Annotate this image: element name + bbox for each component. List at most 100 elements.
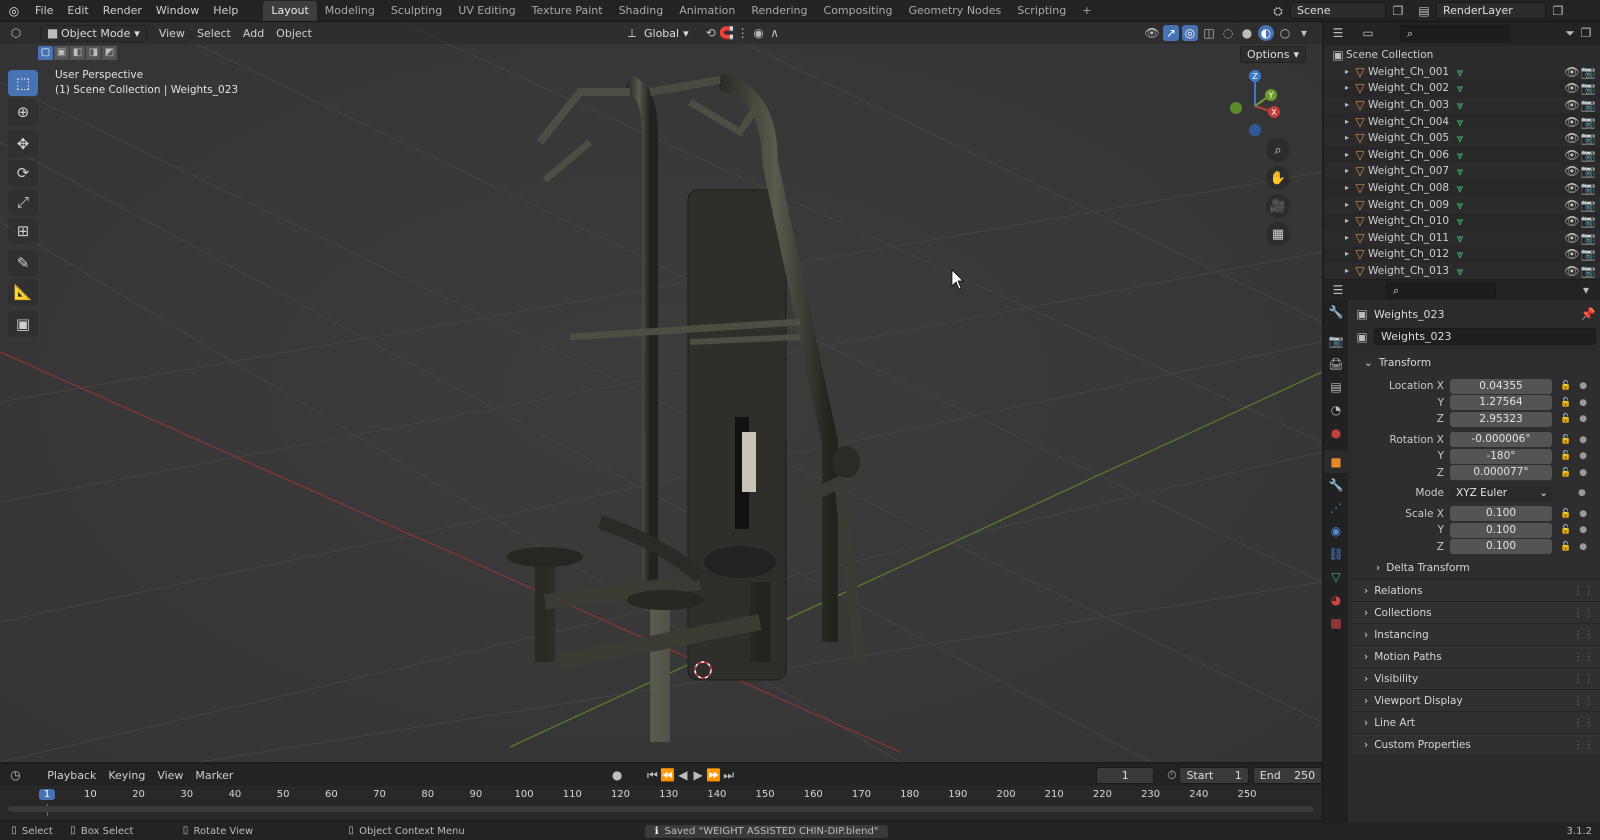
current-frame-field[interactable]: 1 (1096, 766, 1155, 784)
outliner-row[interactable]: ▸ ▽ Weight_Ch_012 ⩔ 👁 📷 (1324, 246, 1600, 263)
keyframe-dot-icon[interactable]: ● (1579, 542, 1587, 552)
outliner-row[interactable]: ▸ ▽ Weight_Ch_010 ⩔ 👁 📷 (1324, 213, 1600, 230)
preview-range-icon[interactable]: ⏱ (1164, 767, 1179, 783)
physics-tab-icon[interactable]: ◉ (1324, 519, 1348, 542)
outliner-row[interactable]: ▸ ▽ Weight_Ch_013 ⩔ 👁 📷 (1324, 262, 1600, 280)
keyframe-dot-icon[interactable]: ● (1579, 414, 1587, 424)
scene-field[interactable]: Scene (1290, 2, 1386, 19)
play-icon[interactable]: ▶ (691, 767, 706, 783)
transform-orientation-dropdown[interactable]: ⟂ Global ▾ (618, 25, 695, 42)
outliner-editor-icon[interactable]: ☰ (1330, 25, 1346, 41)
lock-icon[interactable]: 🔓 (1560, 414, 1571, 424)
lock-icon[interactable]: 🔓 (1560, 451, 1571, 461)
menu-window[interactable]: Window (149, 4, 206, 17)
outliner-row[interactable]: ▸ ▽ Weight_Ch_001 ⩔ 👁 📷 (1324, 63, 1600, 81)
mesh-data-icon[interactable]: ⩔ (1452, 130, 1468, 146)
delta-transform-panel[interactable]: › Delta Transform (1352, 557, 1600, 579)
material-tab-icon[interactable]: ◕ (1324, 588, 1348, 611)
snap-icon[interactable]: 🧲 (719, 25, 735, 41)
mesh-data-icon[interactable]: ⩔ (1452, 180, 1468, 196)
menu-object[interactable]: Object (270, 27, 318, 40)
expand-arrow-icon[interactable]: ▸ (1342, 263, 1352, 279)
eye-icon[interactable]: 👁 (1564, 163, 1580, 179)
rotation-z-field[interactable]: 0.000077° (1450, 465, 1552, 481)
object-name-field[interactable]: Weights_023 (1374, 328, 1596, 345)
add-cube-tool[interactable]: ▣ (8, 311, 38, 337)
collapsed-panel[interactable]: › Custom Properties ⋮⋮ (1352, 733, 1600, 755)
tab-uv-editing[interactable]: UV Editing (450, 1, 523, 21)
lock-icon[interactable]: 🔓 (1560, 381, 1571, 391)
select-invert-icon[interactable]: ◨ (86, 46, 101, 60)
collapsed-panel[interactable]: › Viewport Display ⋮⋮ (1352, 689, 1600, 711)
timeline-scrollbar[interactable] (8, 806, 1314, 812)
mesh-data-icon[interactable]: ⩔ (1452, 80, 1468, 96)
lock-icon[interactable]: 🔓 (1560, 468, 1571, 478)
camera-icon[interactable]: 📷 (1580, 80, 1596, 96)
eye-icon[interactable]: 👁 (1564, 130, 1580, 146)
camera-icon[interactable]: 📷 (1580, 64, 1596, 80)
camera-icon[interactable]: 📷 (1580, 246, 1596, 262)
options-dropdown[interactable]: Options ▾ (1240, 46, 1306, 63)
data-tab-icon[interactable]: ▽ (1324, 565, 1348, 588)
outliner-row[interactable]: ▸ ▽ Weight_Ch_011 ⩔ 👁 📷 (1324, 229, 1600, 247)
xray-icon[interactable]: ◫ (1201, 25, 1217, 41)
object-mode-dropdown[interactable]: ■ Object Mode ▾ (40, 24, 147, 42)
outliner-row[interactable]: ▸ ▽ Weight_Ch_003 ⩔ 👁 📷 (1324, 96, 1600, 114)
expand-arrow-icon[interactable]: ▸ (1342, 246, 1352, 262)
menu-playback[interactable]: Playback (41, 769, 102, 782)
lock-icon[interactable]: 🔓 (1560, 435, 1571, 445)
expand-arrow-icon[interactable]: ▸ (1342, 213, 1352, 229)
mesh-data-icon[interactable]: ⩔ (1452, 246, 1468, 262)
timeline-editor-icon[interactable]: ◷ (8, 767, 23, 783)
proportional-edit-icon[interactable]: ◉ (751, 25, 767, 41)
select-subtract-icon[interactable]: ◧ (70, 46, 85, 60)
drag-handle-icon[interactable]: ⋮⋮ (1573, 695, 1594, 707)
wireframe-shading-icon[interactable]: ◌ (1220, 25, 1236, 41)
overlay-toggle-icon[interactable]: ◎ (1182, 25, 1198, 41)
view-layer-icon[interactable]: ▤ (1416, 3, 1432, 19)
properties-search-input[interactable]: ⌕ (1386, 281, 1496, 299)
select-box-tool[interactable]: ⬚ (8, 70, 38, 96)
mesh-data-icon[interactable]: ⩔ (1452, 163, 1468, 179)
collapsed-panel[interactable]: › Collections ⋮⋮ (1352, 601, 1600, 623)
eye-icon[interactable]: 👁 (1564, 147, 1580, 163)
outliner-item-label[interactable]: Weight_Ch_004 (1368, 116, 1452, 128)
mesh-data-icon[interactable]: ⩔ (1452, 114, 1468, 130)
record-icon[interactable]: ● (609, 767, 624, 783)
jump-end-icon[interactable]: ⏭ (721, 767, 736, 783)
rotate-tool[interactable]: ⟳ (8, 160, 38, 186)
outliner-row[interactable]: ▸ ▽ Weight_Ch_002 ⩔ 👁 📷 (1324, 80, 1600, 97)
transform-panel-header[interactable]: ⌄ Transform (1352, 352, 1600, 374)
gizmo-toggle-icon[interactable]: ↗ (1163, 25, 1179, 41)
keyframe-dot-icon[interactable]: ● (1579, 525, 1587, 535)
add-workspace-button[interactable]: + (1074, 1, 1099, 21)
end-frame-field[interactable]: End 250 (1252, 766, 1323, 784)
outliner-item-label[interactable]: Weight_Ch_010 (1368, 215, 1452, 227)
zoom-icon[interactable]: ⌕ (1266, 138, 1290, 162)
outliner-item-label[interactable]: Weight_Ch_007 (1368, 165, 1452, 177)
outliner-item-label[interactable]: Weight_Ch_002 (1368, 82, 1452, 94)
select-new-icon[interactable]: ▢ (38, 46, 53, 60)
properties-editor-icon[interactable]: ☰ (1330, 282, 1346, 298)
texture-tab-icon[interactable]: ▩ (1324, 611, 1348, 634)
outliner-search-input[interactable]: ⌕ (1400, 24, 1510, 42)
pan-hand-icon[interactable]: ✋ (1266, 166, 1290, 190)
keyframe-dot-icon[interactable]: ● (1579, 468, 1587, 478)
mesh-data-icon[interactable]: ⩔ (1452, 230, 1468, 246)
outliner-item-label[interactable]: Weight_Ch_009 (1368, 199, 1452, 211)
eye-icon[interactable]: 👁 (1564, 263, 1580, 279)
expand-arrow-icon[interactable]: ▸ (1342, 97, 1352, 113)
eye-icon[interactable]: 👁 (1564, 246, 1580, 262)
expand-arrow-icon[interactable]: ▸ (1342, 130, 1352, 146)
menu-edit[interactable]: Edit (60, 4, 95, 17)
camera-icon[interactable]: 📷 (1580, 230, 1596, 246)
constraints-tab-icon[interactable]: ⛓ (1324, 542, 1348, 565)
menu-help[interactable]: Help (206, 4, 245, 17)
lock-icon[interactable]: 🔓 (1560, 542, 1571, 552)
jump-start-icon[interactable]: ⏮ (645, 767, 660, 783)
blender-logo-icon[interactable]: ◎ (6, 3, 22, 19)
camera-icon[interactable]: 📷 (1580, 163, 1596, 179)
outliner-row[interactable]: ▸ ▽ Weight_Ch_009 ⩔ 👁 📷 (1324, 196, 1600, 213)
scale-y-field[interactable]: 0.100 (1450, 522, 1552, 538)
keyframe-dot-icon[interactable]: ● (1579, 509, 1587, 519)
